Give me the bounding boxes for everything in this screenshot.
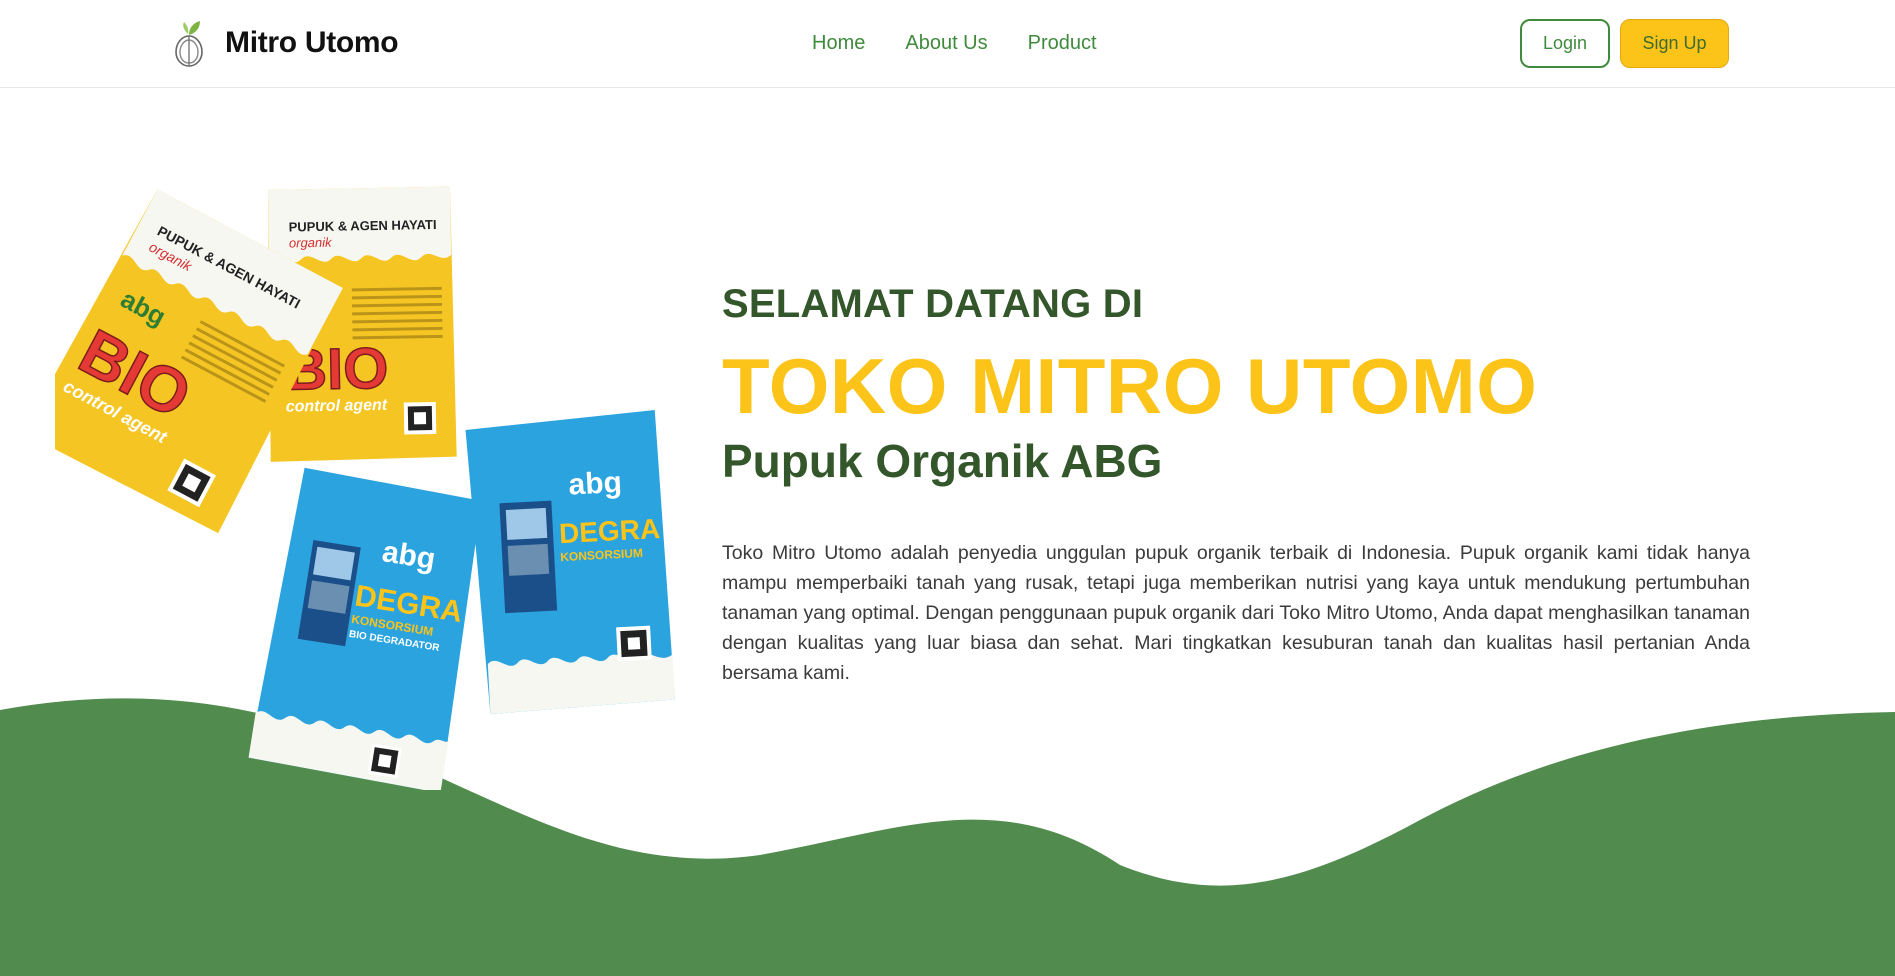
nav-product[interactable]: Product xyxy=(1028,28,1097,58)
blue-pack-front: abg DEGRA KONSORSIUM BIO DEGRADATOR xyxy=(248,467,482,790)
navbar: Mitro Utomo Home About Us Product Login … xyxy=(0,0,1895,88)
yellow-pack-tag-text: control agent xyxy=(286,397,388,416)
signup-button[interactable]: Sign Up xyxy=(1620,19,1729,68)
blue-pack-back-brand-text: abg xyxy=(568,466,623,502)
yellow-pack-header-text: PUPUK & AGEN HAYATI xyxy=(289,217,437,235)
hero-subtitle: Pupuk Organik ABG xyxy=(722,435,1163,487)
abg-leaf-logo-icon xyxy=(175,21,203,67)
yellow-pack-sub-text: organik xyxy=(289,235,333,251)
brand-link[interactable]: Mitro Utomo xyxy=(172,18,399,68)
brand-name: Mitro Utomo xyxy=(225,26,399,59)
hero-description: Toko Mitro Utomo adalah penyedia unggula… xyxy=(722,542,1750,684)
nav-home[interactable]: Home xyxy=(812,28,865,58)
hero-title: TOKO MITRO UTOMO xyxy=(722,342,1538,430)
hero-section: SELAMAT DATANG DI TOKO MITRO UTOMO Pupuk… xyxy=(722,280,1750,688)
hero-kicker: SELAMAT DATANG DI xyxy=(722,282,1144,326)
blue-pack-back-name-text: DEGRA xyxy=(558,513,661,549)
login-button[interactable]: Login xyxy=(1520,19,1610,68)
product-image: PUPUK & AGEN HAYATI organik BIO control … xyxy=(55,186,675,790)
nav-about-us[interactable]: About Us xyxy=(905,28,987,58)
main-nav: Home About Us Product xyxy=(812,28,1137,58)
blue-pack-back: abg DEGRA KONSORSIUM xyxy=(465,410,675,715)
